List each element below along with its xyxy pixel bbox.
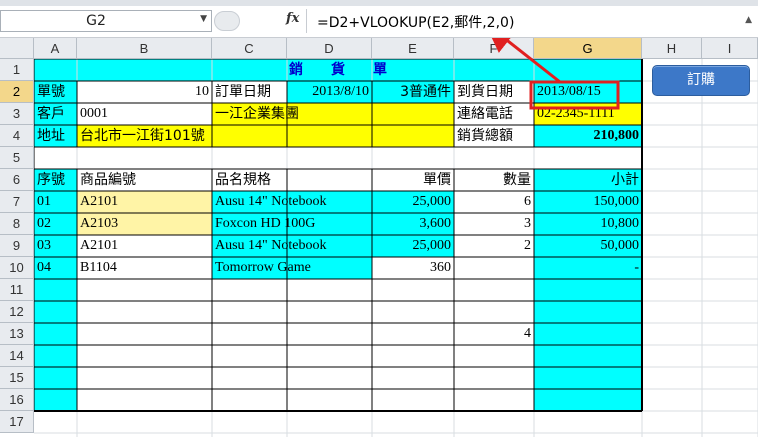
order-no-label[interactable]: 單號 (34, 82, 77, 103)
formula-bar-divider-handle[interactable] (214, 11, 240, 31)
phone-label[interactable]: 連絡電話 (454, 104, 534, 125)
insert-function-icon[interactable]: fx (286, 11, 299, 26)
row-header-3[interactable]: 3 (0, 103, 34, 125)
customer-id[interactable]: 0001 (77, 104, 212, 125)
item-subtotal[interactable]: 150,000 (534, 192, 642, 213)
formula-bar: G2 ▼ fx =D2+VLOOKUP(E2,郵件,2,0) ▲ (0, 6, 758, 38)
total-value[interactable]: 210,800 (534, 126, 642, 147)
item-code[interactable]: A2103 (77, 214, 212, 235)
row-header-16[interactable]: 16 (0, 389, 34, 411)
item-seq[interactable]: 04 (34, 258, 77, 279)
address-label[interactable]: 地址 (34, 126, 77, 147)
item-code[interactable]: B1104 (77, 258, 212, 279)
select-all-corner[interactable] (0, 38, 34, 59)
formula-text: =D2+VLOOKUP(E2,郵件,2,0) (317, 15, 515, 31)
item-price[interactable]: 25,000 (372, 192, 454, 213)
item-code[interactable]: A2101 (77, 192, 212, 213)
row-header-1[interactable]: 1 (0, 59, 34, 81)
column-header-c[interactable]: C (212, 38, 287, 59)
item-seq[interactable]: 03 (34, 236, 77, 257)
row-header-9[interactable]: 9 (0, 235, 34, 257)
name-box-value: G2 (86, 13, 106, 29)
row13-qty[interactable]: 4 (454, 324, 534, 345)
item-seq[interactable]: 02 (34, 214, 77, 235)
row-header-14[interactable]: 14 (0, 345, 34, 367)
item-price[interactable]: 25,000 (372, 236, 454, 257)
row-header-11[interactable]: 11 (0, 279, 34, 301)
row-header-17[interactable]: 17 (0, 411, 34, 433)
item-subtotal[interactable]: 50,000 (534, 236, 642, 257)
row-header-7[interactable]: 7 (0, 191, 34, 213)
header-qty[interactable]: 數量 (454, 170, 534, 191)
column-header-i[interactable]: I (702, 38, 758, 59)
row-header-6[interactable]: 6 (0, 169, 34, 191)
row-header-8[interactable]: 8 (0, 213, 34, 235)
item-subtotal[interactable]: 10,800 (534, 214, 642, 235)
order-date-label[interactable]: 訂單日期 (212, 82, 287, 103)
row-header-10[interactable]: 10 (0, 257, 34, 279)
row-header-13[interactable]: 13 (0, 323, 34, 345)
shipping-method[interactable]: 3普通件 (372, 82, 454, 103)
customer-name[interactable]: 一江企業集團 (212, 104, 454, 125)
column-header-g[interactable]: G (534, 38, 642, 59)
item-price[interactable]: 360 (372, 258, 454, 279)
item-code[interactable]: A2101 (77, 236, 212, 257)
header-code[interactable]: 商品編號 (77, 170, 212, 191)
row-header-5[interactable]: 5 (0, 147, 34, 169)
customer-label[interactable]: 客戶 (34, 104, 77, 125)
item-spec[interactable]: Tomorrow Game (212, 258, 372, 279)
item-spec[interactable]: Ausu 14" Notebook (212, 236, 372, 257)
column-header-b[interactable]: B (77, 38, 212, 59)
row-header-12[interactable]: 12 (0, 301, 34, 323)
column-header-e[interactable]: E (372, 38, 454, 59)
header-subtotal[interactable]: 小計 (534, 170, 642, 191)
phone-value[interactable]: 02-2345-1111 (534, 104, 642, 125)
total-label[interactable]: 銷貨總額 (454, 126, 534, 147)
row-header-2[interactable]: 2 (0, 81, 34, 103)
item-spec[interactable]: Ausu 14" Notebook (212, 192, 372, 213)
item-qty[interactable] (454, 258, 534, 279)
order-date-value[interactable]: 2013/8/10 (287, 82, 372, 103)
item-qty[interactable]: 3 (454, 214, 534, 235)
formula-input[interactable]: =D2+VLOOKUP(E2,郵件,2,0) ▲ (306, 9, 758, 33)
item-qty[interactable]: 2 (454, 236, 534, 257)
column-header-h[interactable]: H (642, 38, 702, 59)
chevron-down-icon[interactable]: ▼ (200, 14, 207, 24)
arrival-date-label[interactable]: 到貨日期 (454, 82, 534, 103)
item-seq[interactable]: 01 (34, 192, 77, 213)
header-price[interactable]: 單價 (372, 170, 454, 191)
header-seq[interactable]: 序號 (34, 170, 77, 191)
row-header-4[interactable]: 4 (0, 125, 34, 147)
order-button[interactable]: 訂購 (652, 65, 750, 96)
name-box[interactable]: G2 ▼ (0, 10, 212, 32)
arrival-date-value[interactable]: 2013/08/15 (534, 82, 642, 103)
column-header-f[interactable]: F (454, 38, 534, 59)
item-subtotal[interactable]: - (534, 258, 642, 279)
sheet-title[interactable]: 銷 貨 單 (34, 60, 642, 81)
header-spec[interactable]: 品名規格 (212, 170, 372, 191)
item-spec[interactable]: Foxcon HD 100G (212, 214, 372, 235)
order-no-value[interactable]: 10 (77, 82, 212, 103)
item-price[interactable]: 3,600 (372, 214, 454, 235)
address-value[interactable]: 台北市一江街101號 (77, 126, 287, 147)
expand-formula-bar-icon[interactable]: ▲ (745, 15, 752, 25)
row-header-15[interactable]: 15 (0, 367, 34, 389)
item-qty[interactable]: 6 (454, 192, 534, 213)
column-header-a[interactable]: A (34, 38, 77, 59)
column-header-d[interactable]: D (287, 38, 372, 59)
